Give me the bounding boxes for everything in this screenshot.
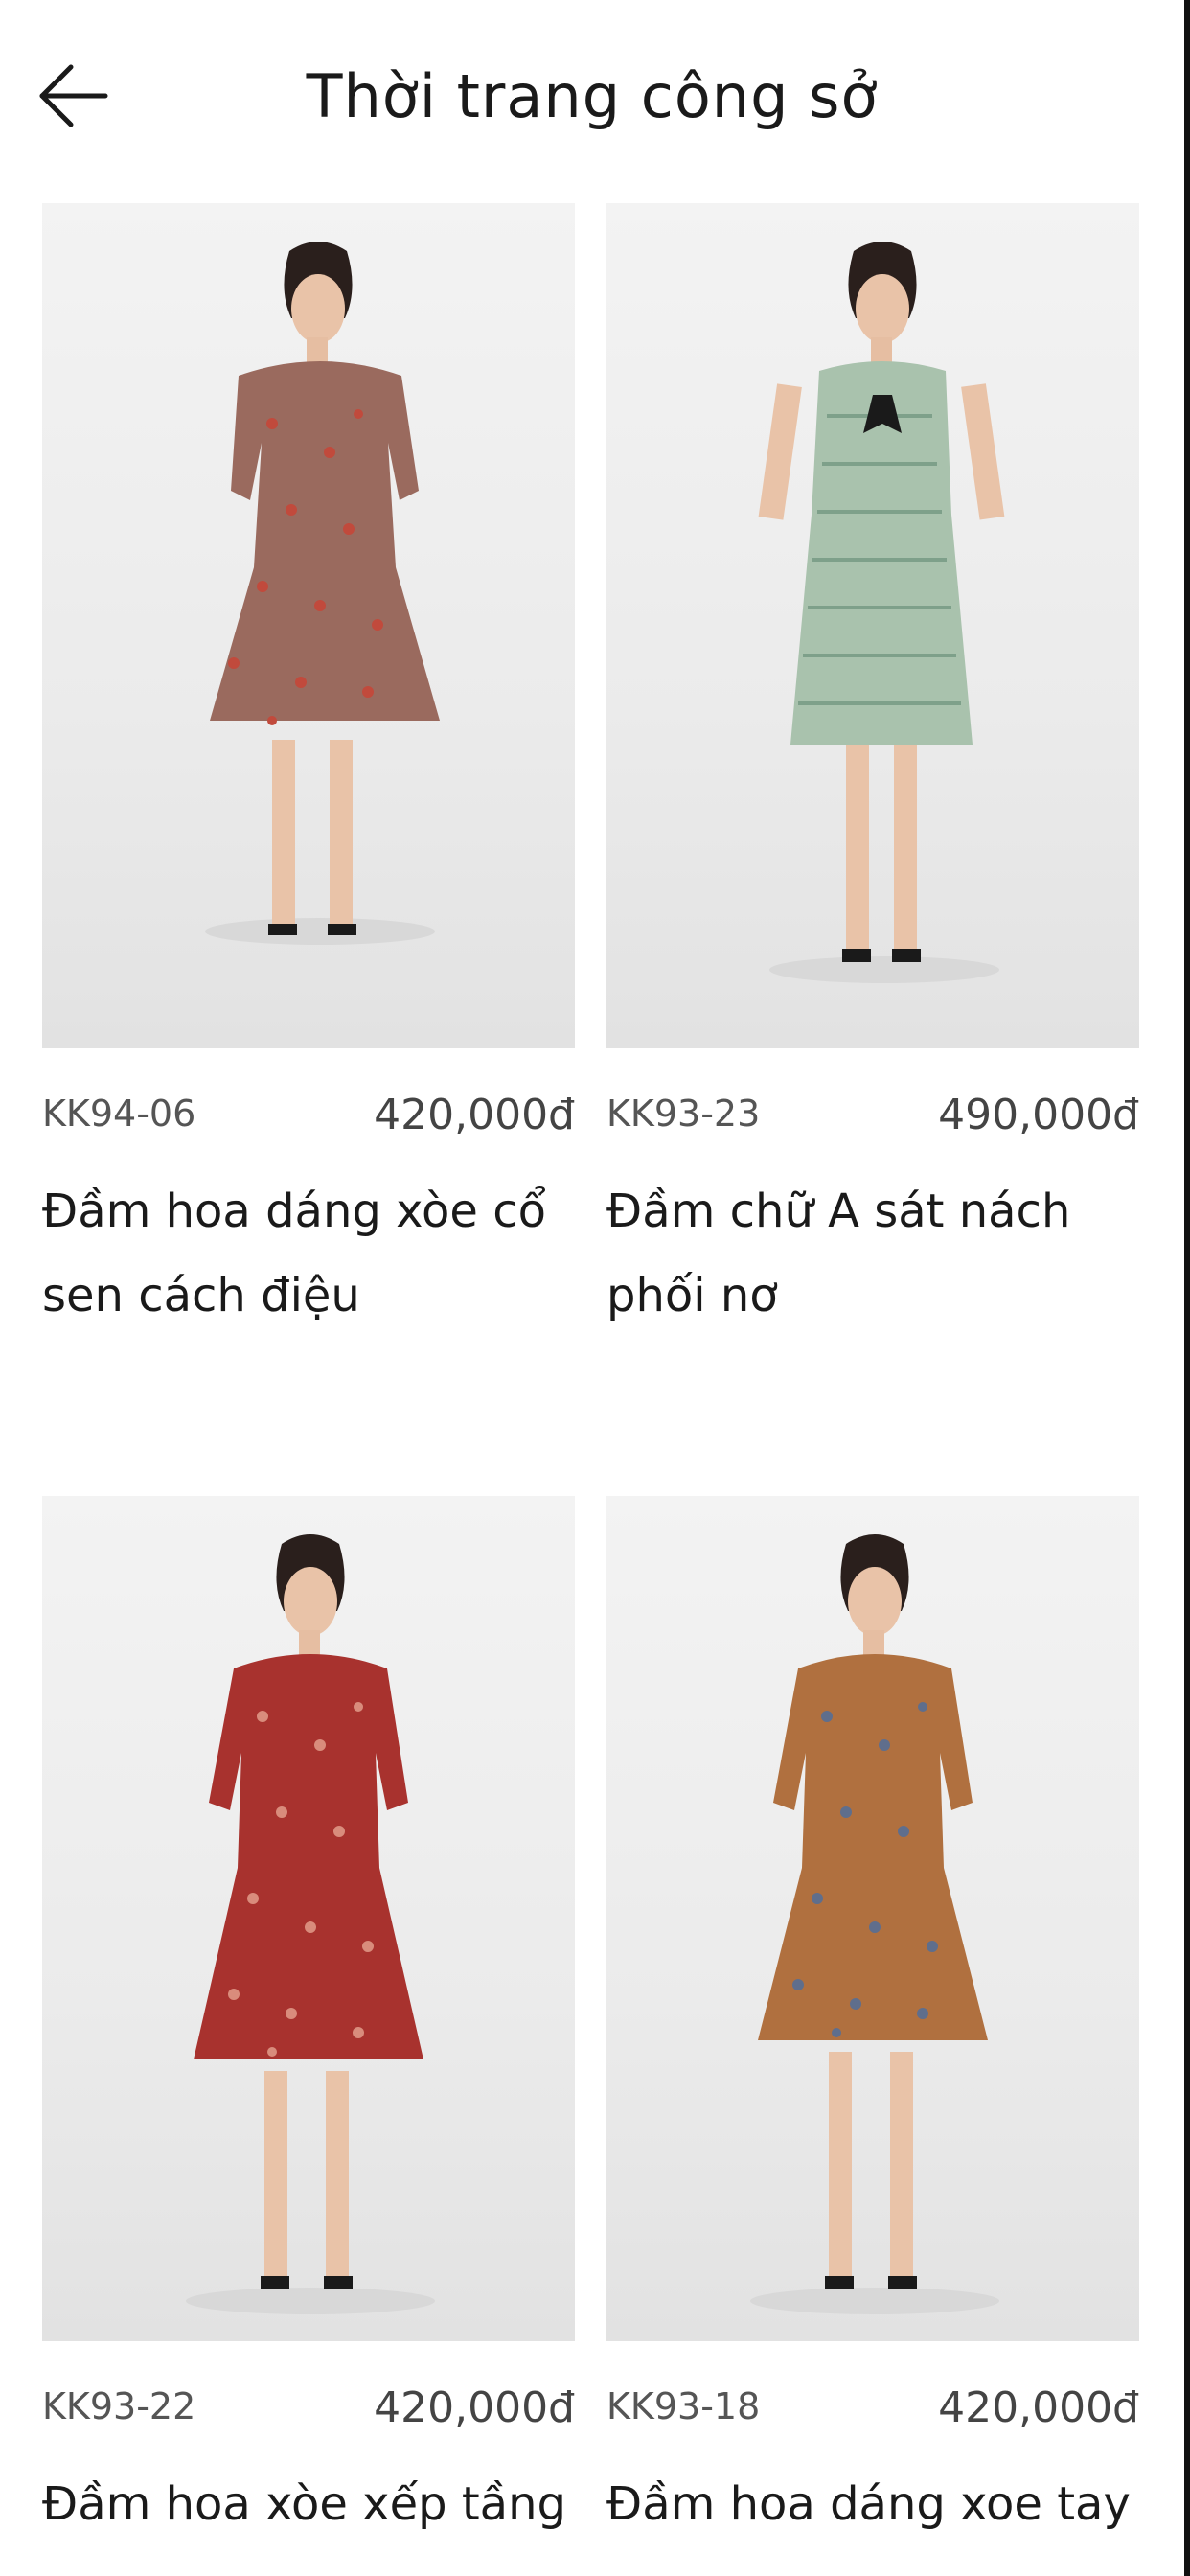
product-name[interactable]: Đầm hoa dáng xoe tay (606, 2462, 1143, 2546)
product-price: 420,000đ (374, 2383, 575, 2432)
product-image[interactable] (42, 203, 575, 1048)
screen-edge (1184, 0, 1190, 2576)
product-image[interactable] (606, 203, 1139, 1048)
product-image[interactable] (42, 1496, 575, 2341)
product-image[interactable] (606, 1496, 1139, 2341)
dress-illustration (186, 1534, 435, 2314)
product-name[interactable]: Đầm hoa dáng xòe cổ sen cách điệu (42, 1169, 579, 1338)
product-code: KK93-18 (606, 2385, 761, 2427)
product-card[interactable]: KK94-06 420,000đ Đầm hoa dáng xòe cổ sen… (42, 203, 575, 1401)
product-grid: KK94-06 420,000đ Đầm hoa dáng xòe cổ sen… (0, 0, 1184, 2576)
product-code: KK94-06 (42, 1092, 196, 1135)
product-price: 490,000đ (938, 1091, 1139, 1139)
dress-illustration (750, 1534, 999, 2314)
product-price: 420,000đ (374, 1091, 575, 1139)
product-card[interactable]: KK93-23 490,000đ Đầm chữ A sát nách phối… (606, 203, 1139, 1401)
product-code: KK93-22 (42, 2385, 196, 2427)
dress-illustration (205, 242, 440, 945)
product-card[interactable]: KK93-22 420,000đ Đầm hoa xòe xếp tầng (42, 1496, 575, 2576)
product-name[interactable]: Đầm chữ A sát nách phối nơ (606, 1169, 1143, 1338)
product-card[interactable]: KK93-18 420,000đ Đầm hoa dáng xoe tay (606, 1496, 1139, 2576)
dress-illustration (758, 242, 1005, 983)
product-name[interactable]: Đầm hoa xòe xếp tầng (42, 2462, 579, 2546)
product-code: KK93-23 (606, 1092, 761, 1135)
product-price: 420,000đ (938, 2383, 1139, 2432)
